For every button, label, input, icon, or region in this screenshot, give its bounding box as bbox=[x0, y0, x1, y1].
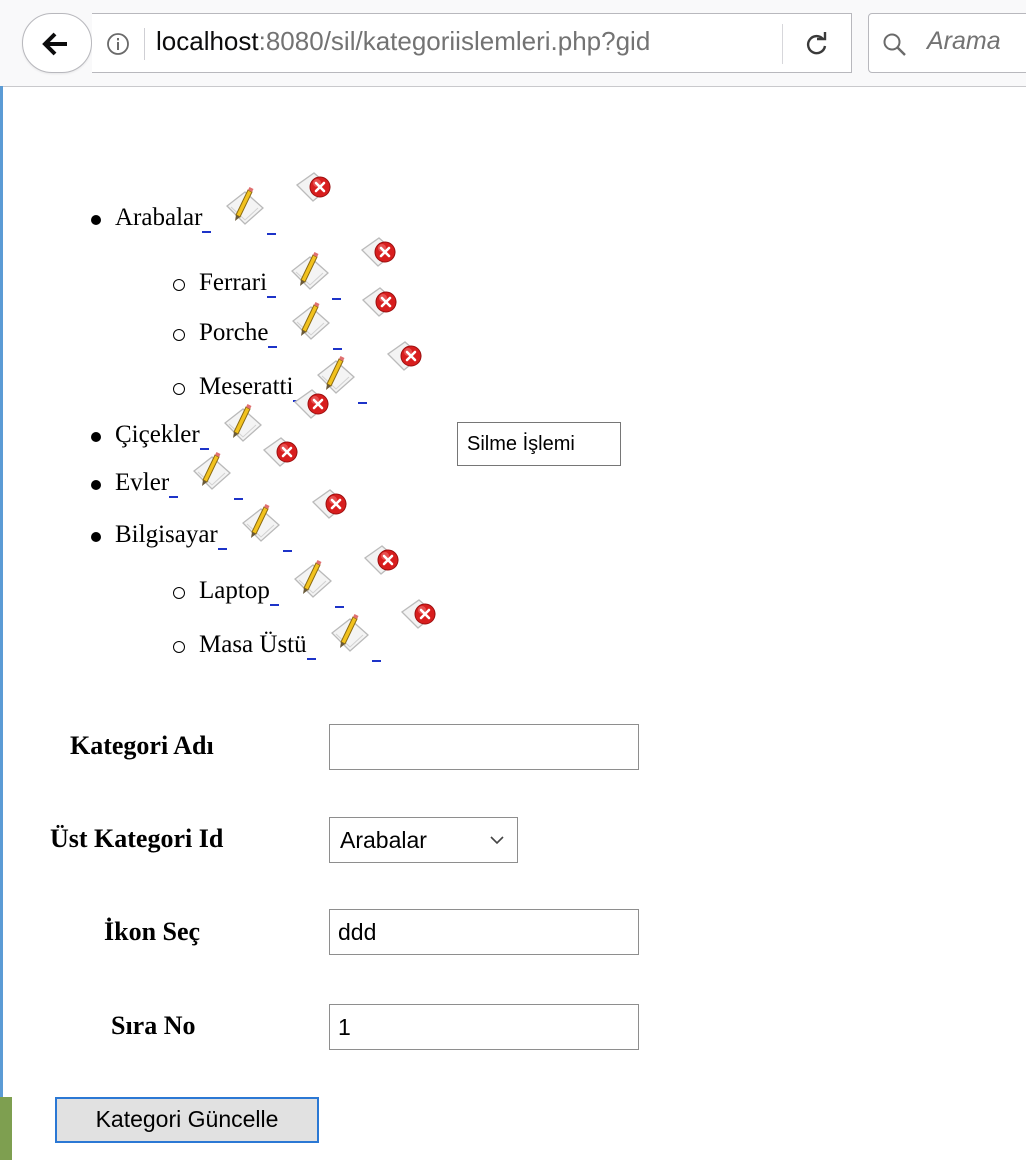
bullet-circle-icon bbox=[173, 587, 185, 599]
info-icon[interactable] bbox=[106, 32, 130, 56]
link-underline[interactable] bbox=[334, 606, 344, 608]
link-underline[interactable] bbox=[269, 604, 279, 606]
icon-select-label: İkon Seç bbox=[104, 917, 201, 946]
delete-icon[interactable] bbox=[294, 171, 336, 218]
order-number-input[interactable]: 1 bbox=[329, 1004, 639, 1050]
link-underline[interactable] bbox=[282, 550, 292, 552]
category-name: Arabalar bbox=[115, 204, 203, 231]
category-name: Bilgisayar bbox=[115, 521, 218, 548]
order-number-label: Sıra No bbox=[111, 1011, 196, 1040]
link-underline[interactable] bbox=[202, 231, 212, 233]
category-item: Masa Üstü bbox=[173, 599, 441, 670]
bullet-circle-icon bbox=[173, 641, 185, 653]
bullet-circle-icon bbox=[173, 383, 185, 395]
link-underline[interactable] bbox=[306, 658, 316, 660]
link-underline[interactable] bbox=[358, 402, 368, 404]
edit-icon[interactable] bbox=[328, 611, 370, 658]
parent-category-value: Arabalar bbox=[340, 827, 427, 853]
link-underline[interactable] bbox=[371, 660, 381, 662]
bullet-disc-icon bbox=[91, 215, 101, 225]
address-bar[interactable]: localhost:8080/sil/kategoriislemleri.php… bbox=[92, 13, 852, 73]
category-name: Porche bbox=[199, 319, 269, 346]
link-underline[interactable] bbox=[267, 233, 277, 235]
link-underline[interactable] bbox=[268, 346, 278, 348]
reload-icon[interactable] bbox=[804, 31, 830, 57]
delete-icon[interactable] bbox=[360, 286, 402, 333]
chevron-down-icon bbox=[490, 836, 504, 845]
category-item: Bilgisayar bbox=[91, 489, 352, 560]
edit-icon[interactable] bbox=[288, 249, 330, 296]
parent-category-select[interactable]: Arabalar bbox=[329, 817, 518, 863]
bullet-disc-icon bbox=[91, 480, 101, 490]
back-arrow-icon bbox=[42, 32, 67, 56]
delete-icon[interactable] bbox=[292, 388, 334, 435]
category-item: Laptop bbox=[173, 545, 404, 616]
category-name: Ferrari bbox=[199, 269, 268, 296]
back-button[interactable] bbox=[22, 13, 92, 73]
link-underline[interactable] bbox=[332, 298, 342, 300]
category-name-label: Kategori Adı bbox=[70, 731, 214, 760]
bullet-circle-icon bbox=[173, 329, 185, 341]
search-bar[interactable]: Arama bbox=[868, 13, 1026, 73]
url-host: localhost bbox=[156, 26, 259, 56]
url-text[interactable]: localhost:8080/sil/kategoriislemleri.php… bbox=[156, 26, 650, 57]
url-path: :8080/sil/kategoriislemleri.php?gid bbox=[258, 26, 651, 56]
category-name: Çiçekler bbox=[115, 421, 200, 448]
edit-icon[interactable] bbox=[289, 299, 331, 346]
category-item: Arabalar bbox=[91, 172, 336, 243]
browser-toolbar: localhost:8080/sil/kategoriislemleri.php… bbox=[0, 0, 1026, 87]
delete-icon[interactable] bbox=[310, 488, 352, 535]
edit-icon[interactable] bbox=[190, 449, 232, 496]
delete-icon[interactable] bbox=[261, 436, 303, 483]
category-item: Evler bbox=[91, 437, 303, 505]
category-row: Bilgisayar bbox=[115, 489, 352, 560]
link-underline[interactable] bbox=[234, 498, 244, 500]
reload-separator bbox=[782, 24, 783, 64]
icon-input[interactable]: ddd bbox=[329, 909, 639, 955]
category-item: Porche bbox=[173, 287, 402, 358]
category-row: Porche bbox=[199, 287, 402, 358]
link-underline[interactable] bbox=[333, 348, 343, 350]
bullet-circle-icon bbox=[173, 279, 185, 291]
url-separator bbox=[144, 28, 145, 60]
delete-icon[interactable] bbox=[359, 236, 401, 283]
delete-icon[interactable] bbox=[385, 340, 427, 387]
window-edge bbox=[0, 86, 3, 1160]
delete-tooltip: Silme İşlemi bbox=[457, 422, 621, 466]
category-row: Masa Üstü bbox=[199, 599, 441, 670]
category-row: Laptop bbox=[199, 545, 404, 616]
parent-category-label: Üst Kategori Id bbox=[50, 824, 224, 853]
edit-icon[interactable] bbox=[221, 401, 263, 448]
delete-icon[interactable] bbox=[399, 598, 441, 645]
delete-icon[interactable] bbox=[362, 544, 404, 591]
link-underline[interactable] bbox=[267, 296, 277, 298]
category-name-input[interactable] bbox=[329, 724, 639, 770]
background-window-edge bbox=[0, 1097, 12, 1160]
bullet-disc-icon bbox=[91, 532, 101, 542]
category-name: Laptop bbox=[199, 577, 270, 604]
category-name: Masa Üstü bbox=[199, 631, 307, 658]
edit-icon[interactable] bbox=[291, 557, 333, 604]
edit-icon[interactable] bbox=[239, 501, 281, 548]
link-underline[interactable] bbox=[217, 548, 227, 550]
bullet-disc-icon bbox=[91, 432, 101, 442]
update-category-button[interactable]: Kategori Güncelle bbox=[55, 1097, 319, 1143]
category-row: Arabalar bbox=[115, 172, 336, 243]
search-placeholder: Arama bbox=[927, 27, 1001, 55]
edit-icon[interactable] bbox=[223, 184, 265, 231]
link-underline[interactable] bbox=[169, 496, 179, 498]
category-name: Evler bbox=[115, 469, 170, 496]
search-icon bbox=[883, 33, 906, 56]
